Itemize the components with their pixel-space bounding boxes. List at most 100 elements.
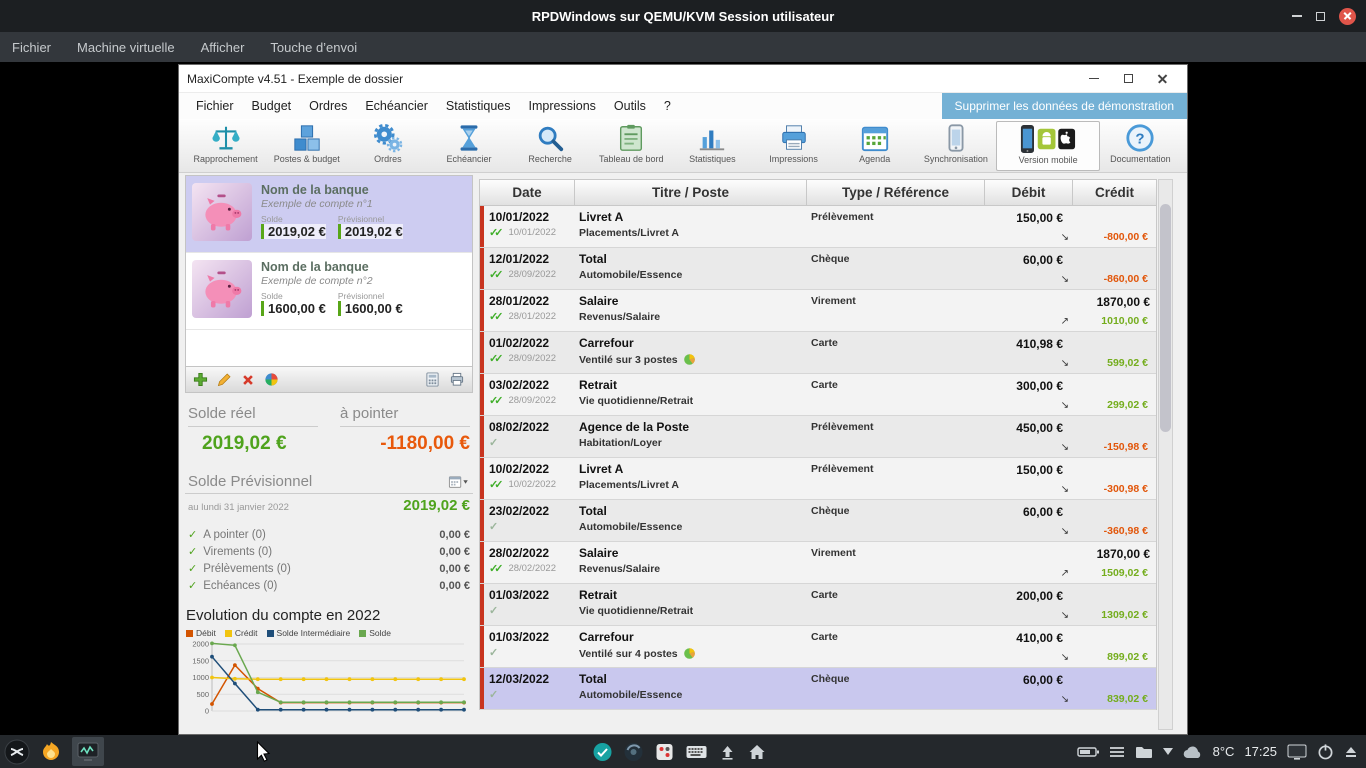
transaction-debit: 200,00 € bbox=[985, 589, 1063, 603]
app-maximize-button[interactable] bbox=[1111, 66, 1145, 92]
column-header-type-r-f-rence[interactable]: Type / Référence bbox=[807, 180, 985, 205]
previsionnel-calendar-button[interactable] bbox=[448, 475, 470, 489]
eject-icon[interactable] bbox=[1344, 745, 1358, 759]
host-restore-button[interactable] bbox=[1316, 12, 1325, 21]
host-close-button[interactable] bbox=[1339, 8, 1356, 25]
home-icon[interactable] bbox=[748, 743, 767, 761]
app-menu-ordres[interactable]: Ordres bbox=[300, 96, 356, 116]
delete-demo-data-button[interactable]: Supprimer les données de démonstration bbox=[942, 93, 1187, 119]
transaction-debit: 410,00 € bbox=[985, 631, 1063, 645]
transaction-row-11[interactable]: 01/03/2022✓CarrefourVentilé sur 4 postes… bbox=[480, 626, 1156, 668]
column-header-cr-dit[interactable]: Crédit bbox=[1073, 180, 1156, 205]
launcher-icon[interactable] bbox=[39, 740, 63, 764]
app-menu-fichier[interactable]: Fichier bbox=[187, 96, 243, 116]
add-account-button[interactable] bbox=[193, 372, 208, 387]
app-titlebar[interactable]: MaxiCompte v4.51 - Exemple de dossier bbox=[179, 65, 1187, 93]
accounts-actions-bar bbox=[185, 367, 473, 393]
transaction-row-5[interactable]: 03/02/2022✓✓28/09/2022RetraitVie quotidi… bbox=[480, 374, 1156, 416]
transaction-row-4[interactable]: 01/02/2022✓✓28/09/2022CarrefourVentilé s… bbox=[480, 332, 1156, 374]
toolbar-ech-ancier[interactable]: Echéancier bbox=[428, 121, 509, 171]
account-print-button[interactable] bbox=[449, 372, 465, 387]
scale-icon bbox=[211, 121, 241, 154]
a-pointer-value: -1180,00 € bbox=[336, 433, 470, 455]
delete-account-button[interactable] bbox=[241, 373, 255, 387]
table-scrollbar-thumb[interactable] bbox=[1160, 204, 1171, 432]
sync-status-icon[interactable] bbox=[593, 742, 613, 762]
account-info: Nom de la banqueExemple de compte n°2Sol… bbox=[261, 260, 403, 322]
account-info: Nom de la banqueExemple de compte n°1Sol… bbox=[261, 183, 403, 245]
transaction-row-7[interactable]: 10/02/2022✓✓10/02/2022Livret APlacements… bbox=[480, 458, 1156, 500]
toolbar-tableau-de-bord[interactable]: Tableau de bord bbox=[591, 121, 672, 171]
toolbar-ordres[interactable]: Ordres bbox=[347, 121, 428, 171]
table-scrollbar[interactable] bbox=[1158, 179, 1173, 730]
app-close-button[interactable] bbox=[1145, 66, 1179, 92]
folder-icon[interactable] bbox=[1135, 745, 1153, 759]
toolbar-rapprochement[interactable]: Rapprochement bbox=[185, 121, 266, 171]
account-item-1[interactable]: Nom de la banqueExemple de compte n°1Sol… bbox=[186, 176, 472, 253]
app-minimize-button[interactable] bbox=[1077, 66, 1111, 92]
host-minimize-button[interactable] bbox=[1292, 15, 1302, 17]
app-menu-ech-ancier[interactable]: Echéancier bbox=[356, 96, 437, 116]
app-menu-statistiques[interactable]: Statistiques bbox=[437, 96, 520, 116]
host-menu-machine-virtuelle[interactable]: Machine virtuelle bbox=[77, 40, 175, 55]
account-subtitle: Exemple de compte n°2 bbox=[261, 275, 403, 287]
transaction-row-9[interactable]: 28/02/2022✓✓28/02/2022SalaireRevenus/Sal… bbox=[480, 542, 1156, 584]
transaction-date: 12/01/2022 bbox=[489, 252, 556, 266]
row-marker bbox=[480, 206, 484, 247]
running-balance: 599,02 € bbox=[1076, 357, 1148, 369]
host-menu-fichier[interactable]: Fichier bbox=[12, 40, 51, 55]
account-color-button[interactable] bbox=[264, 372, 279, 387]
column-header-d-bit[interactable]: Débit bbox=[985, 180, 1073, 205]
phone-icon bbox=[941, 121, 971, 154]
upload-icon[interactable] bbox=[719, 743, 737, 761]
app-menu-outils[interactable]: Outils bbox=[605, 96, 655, 116]
host-menu-touche-d-envoi[interactable]: Touche d’envoi bbox=[270, 40, 357, 55]
transaction-row-10[interactable]: 01/03/2022✓RetraitVie quotidienne/Retrai… bbox=[480, 584, 1156, 626]
weather-temperature[interactable]: 8°C bbox=[1213, 744, 1235, 759]
toolbar-label: Documentation bbox=[1110, 154, 1171, 164]
host-menu-afficher[interactable]: Afficher bbox=[201, 40, 245, 55]
toolbar-documentation[interactable]: ?Documentation bbox=[1100, 121, 1181, 171]
virt-manager-task-button[interactable] bbox=[72, 737, 104, 766]
caret-down-icon[interactable] bbox=[1163, 748, 1173, 755]
tray-dots-icon[interactable] bbox=[655, 742, 675, 762]
legend-d-bit: Débit bbox=[186, 628, 216, 638]
app-menu-item[interactable]: ? bbox=[655, 96, 680, 116]
transaction-row-1[interactable]: 10/01/2022✓✓10/01/2022Livret APlacements… bbox=[480, 206, 1156, 248]
app-menu-impressions[interactable]: Impressions bbox=[520, 96, 605, 116]
pointed-check-icon: ✓✓ bbox=[489, 562, 499, 575]
toolbar-impressions[interactable]: Impressions bbox=[753, 121, 834, 171]
transaction-row-8[interactable]: 23/02/2022✓TotalAutomobile/EssenceChèque… bbox=[480, 500, 1156, 542]
transaction-debit: 150,00 € bbox=[985, 463, 1063, 477]
clock[interactable]: 17:25 bbox=[1244, 744, 1277, 759]
system-tray bbox=[593, 742, 767, 762]
keyboard-icon[interactable] bbox=[686, 744, 708, 760]
account-table-button[interactable] bbox=[425, 372, 440, 387]
row-marker bbox=[480, 290, 484, 331]
app-menu-budget[interactable]: Budget bbox=[243, 96, 301, 116]
battery-icon[interactable] bbox=[1077, 746, 1099, 758]
transaction-row-3[interactable]: 28/01/2022✓✓28/01/2022SalaireRevenus/Sal… bbox=[480, 290, 1156, 332]
column-header-titre-poste[interactable]: Titre / Poste bbox=[575, 180, 807, 205]
toolbar-statistiques[interactable]: Statistiques bbox=[672, 121, 753, 171]
pointed-check-icon: ✓✓ bbox=[489, 310, 499, 323]
transaction-row-12[interactable]: 12/03/2022✓TotalAutomobile/EssenceChèque… bbox=[480, 668, 1156, 710]
toolbar-recherche[interactable]: Recherche bbox=[510, 121, 591, 171]
toolbar-synchronisation[interactable]: Synchronisation bbox=[915, 121, 996, 171]
transaction-row-6[interactable]: 08/02/2022✓Agence de la PosteHabitation/… bbox=[480, 416, 1156, 458]
toolbar-agenda[interactable]: Agenda bbox=[834, 121, 915, 171]
app-menu-icon[interactable] bbox=[4, 739, 30, 765]
account-item-2[interactable]: Nom de la banqueExemple de compte n°2Sol… bbox=[186, 253, 472, 330]
display-icon[interactable] bbox=[1287, 744, 1307, 760]
column-header-date[interactable]: Date bbox=[480, 180, 575, 205]
tray-sphere-icon[interactable] bbox=[624, 742, 644, 762]
transaction-category: Revenus/Salaire bbox=[579, 311, 805, 323]
toolbar-postes-budget[interactable]: Postes & budget bbox=[266, 121, 347, 171]
transaction-debit: 60,00 € bbox=[985, 253, 1063, 267]
transaction-date: 01/03/2022 bbox=[489, 630, 549, 644]
menu-icon[interactable] bbox=[1109, 746, 1125, 758]
power-icon[interactable] bbox=[1317, 743, 1334, 760]
toolbar-version-mobile[interactable]: Version mobile bbox=[996, 121, 1099, 171]
edit-account-button[interactable] bbox=[217, 372, 232, 387]
transaction-row-2[interactable]: 12/01/2022✓✓28/09/2022TotalAutomobile/Es… bbox=[480, 248, 1156, 290]
